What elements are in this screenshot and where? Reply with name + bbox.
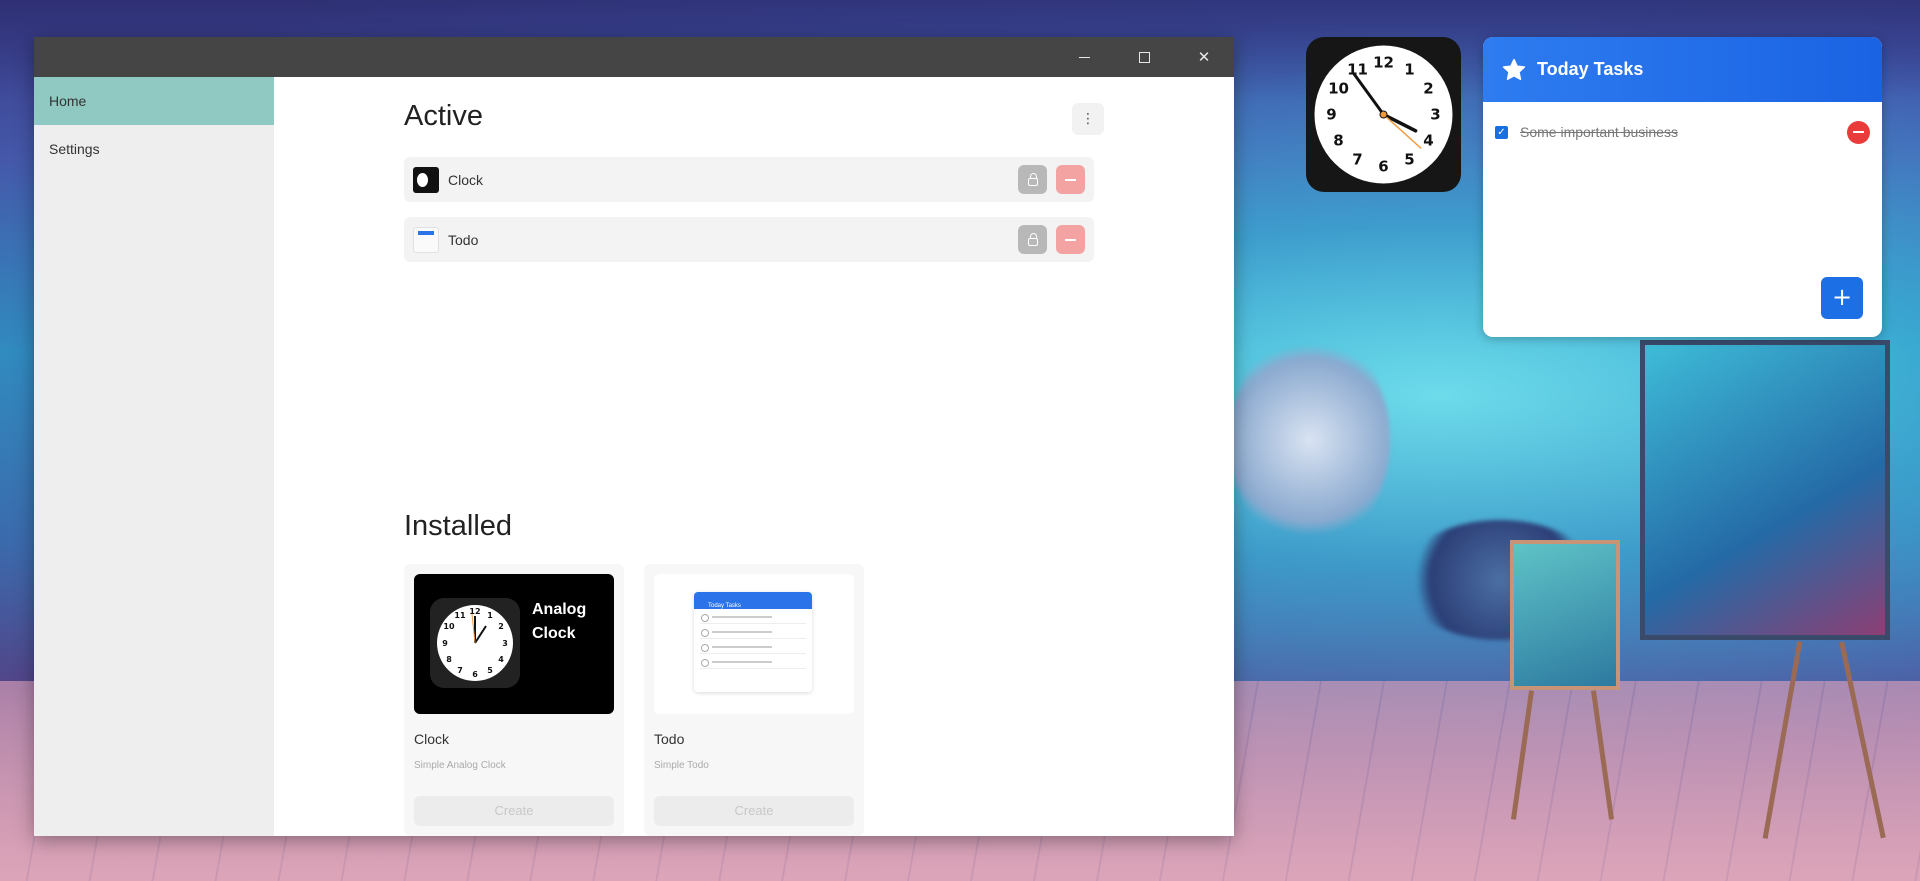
today-tasks-header: Today Tasks — [1483, 37, 1882, 102]
clock-number: 5 — [1404, 151, 1414, 169]
clock-number: 7 — [1352, 151, 1362, 169]
card-name: Clock — [414, 731, 450, 747]
clock-preview-image: 12 1 2 3 4567 8 9 10 11 Analog Clock — [414, 574, 614, 714]
minimize-icon — [1078, 56, 1090, 58]
clock-preview-face: 12 1 2 3 4567 8 9 10 11 — [430, 598, 520, 688]
svg-text:12: 12 — [469, 607, 480, 616]
lock-button[interactable] — [1018, 225, 1047, 254]
clock-preview-title-line2: Clock — [532, 625, 576, 642]
wallpaper-coral — [1230, 330, 1390, 550]
active-widget-row-todo: Todo — [404, 217, 1094, 262]
installed-card-clock: 12 1 2 3 4567 8 9 10 11 Analog Clock Clock Sim… — [404, 564, 624, 836]
clock-number: 6 — [1378, 158, 1388, 176]
minimize-button[interactable] — [1054, 37, 1114, 77]
installed-card-todo: Today Tasks Todo Simple Todo Create — [644, 564, 864, 836]
todo-preview-line — [700, 654, 806, 669]
lock-icon — [1027, 172, 1038, 186]
sidebar: Home Settings — [34, 77, 274, 836]
clock-preview-title-line1: Analog — [532, 601, 587, 618]
clock-number: 10 — [1328, 80, 1349, 98]
lock-button[interactable] — [1018, 165, 1047, 194]
analog-clock-icon: 12 12 3 45678 9 1011 — [1314, 45, 1453, 184]
todo-preview-header: Today Tasks — [694, 592, 812, 609]
lock-icon — [1027, 232, 1038, 246]
svg-text:6: 6 — [472, 670, 478, 679]
clock-preview-title: Analog Clock — [532, 598, 586, 646]
title-bar[interactable]: ✕ — [34, 37, 1234, 77]
svg-text:3: 3 — [502, 639, 508, 648]
app-window: ✕ Home Settings Active ⋮ Clock Todo Inst… — [34, 37, 1234, 836]
clock-number: 4 — [1423, 132, 1433, 150]
delete-task-button[interactable] — [1847, 120, 1870, 144]
svg-text:1: 1 — [487, 611, 493, 620]
sidebar-item-home[interactable]: Home — [34, 77, 274, 125]
star-icon — [1502, 58, 1526, 80]
clock-number: 1 — [1404, 61, 1414, 79]
wallpaper-easel-leg — [1839, 641, 1886, 839]
minus-icon — [1853, 131, 1864, 133]
clock-number: 11 — [1347, 61, 1368, 79]
more-menu-button[interactable]: ⋮ — [1072, 103, 1104, 135]
create-button[interactable]: Create — [414, 796, 614, 826]
main-content: Active ⋮ Clock Todo Installed 12 1 2 3 4… — [274, 77, 1234, 836]
maximize-button[interactable] — [1114, 37, 1174, 77]
svg-text:2: 2 — [498, 622, 504, 631]
clock-number: 9 — [1326, 106, 1336, 124]
remove-button[interactable] — [1056, 225, 1085, 254]
active-section-title: Active — [404, 100, 483, 132]
todo-preview-line — [700, 639, 806, 654]
clock-number: 3 — [1430, 106, 1440, 124]
card-description: Simple Analog Clock — [414, 760, 506, 771]
analog-clock-icon: 12 12 3 4567 8 9 10 11 — [437, 605, 513, 681]
todo-preview-image: Today Tasks — [654, 574, 854, 714]
wallpaper-easel-leg — [1762, 641, 1803, 839]
clock-number: 8 — [1333, 132, 1343, 150]
card-name: Todo — [654, 731, 685, 747]
wallpaper-coral — [1660, 440, 1830, 640]
svg-text:11: 11 — [454, 611, 466, 620]
wallpaper-painting — [1640, 340, 1890, 640]
today-tasks-title: Today Tasks — [1537, 59, 1644, 79]
close-icon: ✕ — [1197, 47, 1211, 66]
minus-icon — [1065, 238, 1076, 241]
wallpaper-easel-leg — [1510, 690, 1535, 820]
create-button[interactable]: Create — [654, 796, 854, 826]
wallpaper-easel-leg — [1590, 690, 1615, 820]
remove-button[interactable] — [1056, 165, 1085, 194]
clock-number: 2 — [1423, 80, 1433, 98]
clock-thumbnail — [413, 166, 439, 193]
close-button[interactable]: ✕ — [1174, 37, 1234, 77]
active-widget-name: Todo — [448, 231, 479, 248]
svg-text:8: 8 — [446, 655, 452, 664]
task-checkbox[interactable]: ✓ — [1495, 125, 1508, 139]
active-widget-row-clock: Clock — [404, 157, 1094, 202]
todo-preview-line — [700, 624, 806, 639]
add-task-button[interactable]: + — [1821, 277, 1863, 319]
svg-text:9: 9 — [442, 639, 448, 648]
clock-number: 12 — [1373, 54, 1394, 72]
installed-section-title: Installed — [404, 510, 513, 542]
minus-icon — [1065, 178, 1076, 181]
svg-text:4: 4 — [498, 655, 504, 664]
todo-preview-line — [700, 609, 806, 624]
card-description: Simple Todo — [654, 760, 709, 771]
more-vertical-icon: ⋮ — [1081, 111, 1095, 127]
task-item: ✓ Some important business — [1495, 117, 1870, 147]
sidebar-item-settings[interactable]: Settings — [34, 125, 274, 173]
wallpaper-painting — [1510, 540, 1620, 690]
task-text[interactable]: Some important business — [1520, 124, 1847, 140]
today-tasks-widget: Today Tasks ✓ Some important business + — [1483, 37, 1882, 337]
desktop-clock-widget[interactable]: 12 1 2 3 4 5 6 7 8 9 10 11 — [1306, 37, 1461, 192]
todo-preview-panel: Today Tasks — [694, 592, 812, 692]
svg-text:10: 10 — [443, 622, 455, 631]
svg-text:7: 7 — [457, 666, 463, 675]
svg-text:5: 5 — [487, 666, 493, 675]
wallpaper-rocks — [1400, 520, 1600, 640]
maximize-icon — [1138, 51, 1150, 63]
active-widget-name: Clock — [448, 171, 484, 188]
todo-thumbnail — [413, 226, 439, 253]
